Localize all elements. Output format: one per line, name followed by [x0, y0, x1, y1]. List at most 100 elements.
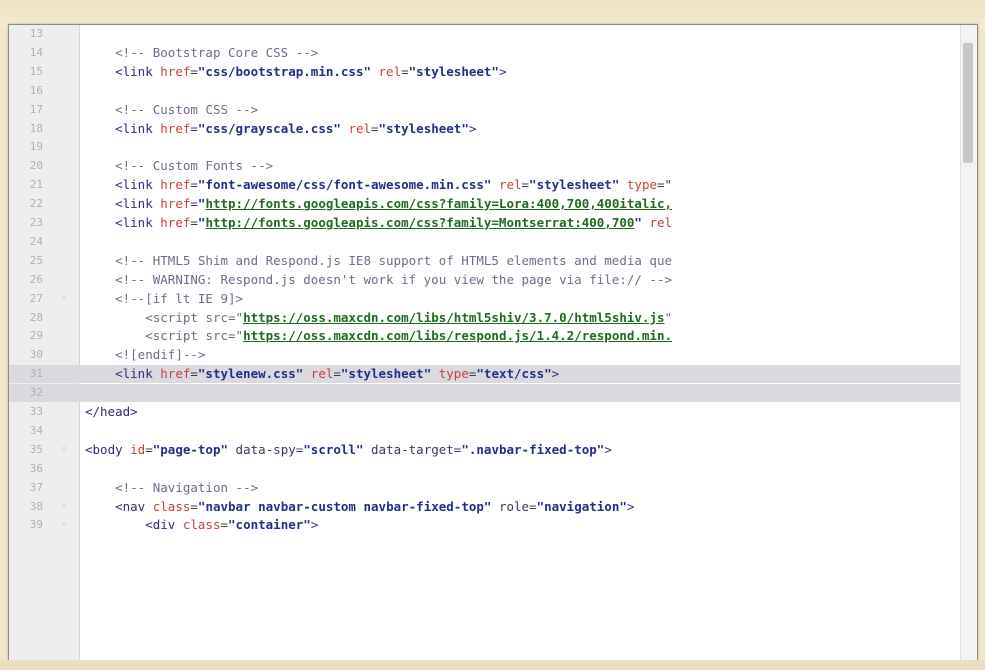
code-line[interactable]: 26 <!-- WARNING: Respond.js doesn't work…	[9, 271, 961, 289]
code-token: type	[438, 366, 469, 382]
code-line[interactable]: 27 ◦ <!--[if lt IE 9]>	[9, 290, 961, 308]
line-number: 28	[29, 310, 43, 324]
line-number: 38	[29, 499, 43, 513]
code-token: "text/css"	[476, 366, 552, 382]
code-token: =	[333, 366, 341, 382]
code-token: "font-awesome/css/font-awesome.min.css"	[197, 177, 492, 193]
code-editor-window: 13 14 <!-- Bootstrap Core CSS --> 15 <link…	[8, 24, 978, 666]
code-token: class	[152, 498, 191, 514]
line-number: 27	[29, 291, 43, 305]
code-line[interactable]: 29 <script src="https://oss.maxcdn.com/l…	[9, 327, 961, 345]
code-token: "navigation"	[536, 498, 627, 514]
code-line[interactable]: 32	[9, 384, 961, 403]
code-text: <!-- Custom CSS -->	[85, 101, 258, 119]
code-line[interactable]: 17 <!-- Custom CSS -->	[9, 101, 961, 119]
code-token: <script	[145, 309, 206, 325]
code-line[interactable]: 18 <link href="css/grayscale.css" rel="s…	[9, 120, 961, 138]
line-number: 18	[29, 121, 43, 135]
code-token: role=	[491, 498, 537, 514]
code-token: "page-top"	[152, 441, 229, 457]
code-line[interactable]: 34	[9, 422, 961, 440]
code-token: href	[160, 177, 191, 193]
code-text: <script src="https://oss.maxcdn.com/libs…	[85, 309, 672, 327]
code-text: <script src="https://oss.maxcdn.com/libs…	[85, 327, 672, 345]
code-token: <script	[145, 328, 206, 344]
code-line[interactable]: 31 <link href="stylenew.css" rel="styles…	[9, 365, 961, 384]
code-token: =	[190, 177, 198, 193]
code-line[interactable]: 36	[9, 460, 961, 478]
code-token: =	[371, 120, 379, 136]
code-line[interactable]: 13	[9, 25, 961, 43]
code-token: <!-- Custom Fonts -->	[115, 158, 274, 174]
line-number: 33	[29, 405, 43, 418]
code-token: =	[145, 441, 153, 457]
code-line[interactable]: 25 <!-- HTML5 Shim and Respond.js IE8 su…	[9, 252, 961, 270]
fold-marker-icon[interactable]: ◦	[57, 441, 71, 459]
code-token: </head>	[85, 404, 138, 419]
code-token: <!-- HTML5 Shim and Respond.js IE8 suppo…	[115, 252, 673, 268]
code-text: <link href="font-awesome/css/font-awesom…	[85, 176, 672, 194]
code-token: http://fonts.googleapis.com/css?family=L…	[205, 196, 673, 212]
code-token: <!-- WARNING: Respond.js doesn't work if…	[115, 271, 673, 287]
code-text: <!-- HTML5 Shim and Respond.js IE8 suppo…	[85, 252, 672, 270]
line-number: 25	[29, 253, 43, 267]
code-line[interactable]: 39 ◦ <div class="container">	[9, 516, 961, 534]
code-line[interactable]: 24	[9, 233, 961, 251]
code-token: <link	[115, 63, 161, 79]
code-token: type	[626, 177, 657, 193]
code-line[interactable]: 22 <link href="http://fonts.googleapis.c…	[9, 195, 961, 213]
code-text: <body id="page-top" data-spy="scroll" da…	[85, 441, 612, 459]
code-line[interactable]: 16	[9, 82, 961, 100]
code-line[interactable]: 15 <link href="css/bootstrap.min.css" re…	[9, 63, 961, 81]
code-token: data-spy=	[228, 441, 304, 457]
code-token: =	[190, 120, 198, 136]
code-line[interactable]: 30 <![endif]-->	[9, 346, 961, 364]
code-token: rel	[498, 177, 522, 193]
code-line[interactable]: 38 ◦ <nav class="navbar navbar-custom nav…	[9, 498, 961, 516]
line-number: 39	[29, 518, 43, 532]
code-line[interactable]: 19	[9, 138, 961, 156]
code-token: https://oss.maxcdn.com/libs/respond.js/1…	[243, 328, 673, 344]
code-text: <!-- Bootstrap Core CSS -->	[85, 44, 318, 62]
code-token: "container"	[228, 517, 311, 533]
code-token: <body	[85, 441, 131, 457]
code-line[interactable]: 14 <!-- Bootstrap Core CSS -->	[9, 44, 961, 62]
code-line[interactable]: 21 <link href="font-awesome/css/font-awe…	[9, 176, 961, 194]
fold-marker-icon[interactable]: ◦	[57, 498, 71, 516]
code-text: <link href="stylenew.css" rel="styleshee…	[85, 365, 559, 383]
line-number: 26	[29, 272, 43, 286]
code-text: <!--[if lt IE 9]>	[85, 290, 243, 308]
code-token: <link	[115, 177, 161, 193]
code-line[interactable]: 35 ◦ <body id="page-top" data-spy="scroll"…	[9, 441, 961, 459]
code-line[interactable]: 37 <!-- Navigation -->	[9, 479, 961, 497]
code-token: "stylesheet"	[529, 177, 620, 193]
line-number: 13	[29, 27, 43, 40]
code-line[interactable]: 20 <!-- Custom Fonts -->	[9, 157, 961, 175]
scrollbar-thumb[interactable]	[963, 43, 973, 163]
code-line[interactable]: 23 <link href= "http://fonts.googleapis.c…	[9, 214, 961, 232]
code-text: <link href= "http://fonts.googleapis.com/…	[85, 214, 672, 232]
line-number: 21	[29, 178, 43, 192]
code-line[interactable]: 33 </head>	[9, 403, 961, 421]
code-token: <link	[115, 366, 161, 382]
code-line[interactable]: 28 <script src="https://oss.maxcdn.com/l…	[9, 309, 961, 327]
code-editor[interactable]: 13 14 <!-- Bootstrap Core CSS --> 15 <link…	[9, 25, 961, 665]
code-token: =	[401, 63, 409, 79]
line-number: 16	[29, 83, 43, 97]
fold-marker-icon[interactable]: ◦	[57, 516, 71, 534]
vertical-scrollbar[interactable]	[960, 25, 977, 665]
code-token: "css/grayscale.css"	[197, 120, 341, 136]
code-token: =	[190, 196, 198, 212]
fold-marker-icon[interactable]: ◦	[57, 290, 71, 308]
